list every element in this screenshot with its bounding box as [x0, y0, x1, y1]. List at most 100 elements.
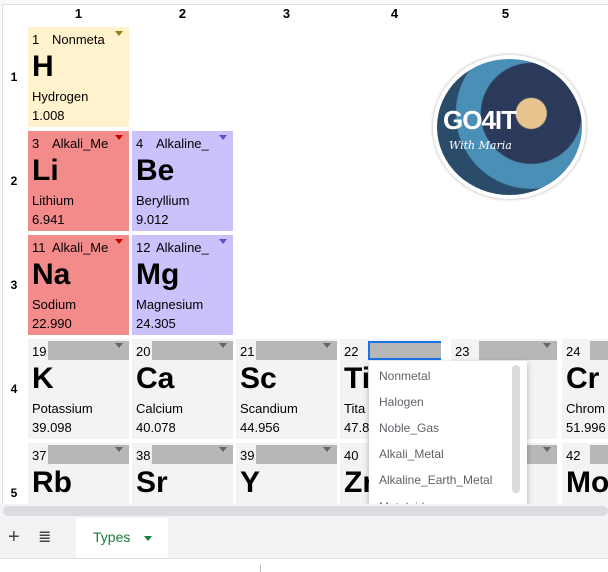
- atomic-mass: 51.996: [566, 420, 606, 435]
- element-name: Tita: [344, 401, 366, 416]
- element-symbol: H: [32, 50, 54, 83]
- dropdown-arrow-icon[interactable]: [543, 447, 551, 452]
- atomic-number: 37: [32, 447, 47, 463]
- atomic-mass: 24.305: [136, 316, 176, 331]
- dropdown-arrow-icon[interactable]: [543, 343, 551, 348]
- atomic-mass: 6.941: [32, 212, 65, 227]
- dropdown-arrow-icon[interactable]: [115, 239, 123, 244]
- go4it-logo: GO4IT With Maria: [433, 55, 586, 199]
- type-select[interactable]: Nonmeta: [52, 32, 112, 47]
- sheet-tab-types[interactable]: Types: [76, 518, 168, 558]
- element-name: Potassium: [32, 401, 93, 416]
- dropdown-arrow-icon[interactable]: [219, 135, 227, 140]
- atomic-number: 23: [455, 343, 470, 359]
- type-select[interactable]: Alkali_Me: [52, 136, 112, 151]
- column-header-strip: [0, 0, 608, 5]
- dropdown-arrow-icon[interactable]: [219, 239, 227, 244]
- element-cell-hydrogen[interactable]: 1 Nonmeta H Hydrogen 1.008: [28, 27, 129, 127]
- atomic-number: 39: [240, 447, 255, 463]
- column-header-3[interactable]: 3: [236, 6, 337, 24]
- element-symbol: Sc: [240, 362, 277, 395]
- sheet-tab-bar: + ≣ Types: [0, 518, 608, 559]
- row-header-2[interactable]: 2: [6, 174, 22, 188]
- dropdown-arrow-icon[interactable]: [115, 31, 123, 36]
- atomic-number: 3: [32, 135, 40, 151]
- element-cell-potassium[interactable]: 19 K Potassium 39.098: [28, 339, 129, 439]
- element-name: Chrom: [566, 401, 606, 416]
- row-header-3[interactable]: 3: [6, 278, 22, 292]
- element-symbol: Mo: [566, 466, 608, 499]
- element-symbol: Na: [32, 258, 71, 291]
- menu-option-alkaline-earth-metal[interactable]: Alkaline_Earth_Metal: [379, 473, 492, 487]
- row-header-4[interactable]: 4: [6, 382, 22, 396]
- atomic-number: 11: [32, 239, 46, 255]
- element-cell-calcium[interactable]: 20 Ca Calcium 40.078: [132, 339, 233, 439]
- menu-option-halogen[interactable]: Halogen: [379, 395, 424, 409]
- menu-option-nonmetal[interactable]: Nonmetal: [379, 369, 430, 383]
- element-name: Scandium: [240, 401, 298, 416]
- atomic-number: 20: [136, 343, 151, 359]
- column-header-5[interactable]: 5: [455, 6, 556, 24]
- type-select[interactable]: Alkaline_: [156, 240, 216, 255]
- element-cell-strontium[interactable]: 38 Sr: [132, 443, 233, 504]
- atomic-mass: 9.012: [136, 212, 169, 227]
- element-symbol: K: [32, 362, 54, 395]
- element-name: Beryllium: [136, 193, 190, 208]
- dropdown-arrow-icon[interactable]: [323, 447, 331, 452]
- atomic-number: 21: [240, 343, 255, 359]
- element-cell-molybdenum[interactable]: 42 Mo: [562, 443, 608, 504]
- column-header-2[interactable]: 2: [132, 6, 233, 24]
- element-name: Calcium: [136, 401, 183, 416]
- chevron-down-icon[interactable]: [144, 536, 152, 541]
- element-symbol: Ca: [136, 362, 175, 395]
- atomic-number: 38: [136, 447, 151, 463]
- element-cell-lithium[interactable]: 3 Alkali_Me Li Lithium 6.941: [28, 131, 129, 231]
- element-symbol: Cr: [566, 362, 600, 395]
- atomic-number: 1: [32, 31, 40, 47]
- atomic-number: 19: [32, 343, 47, 359]
- element-cell-sodium[interactable]: 11 Alkali_Me Na Sodium 22.990: [28, 235, 129, 335]
- element-cell-scandium[interactable]: 21 Sc Scandium 44.956: [236, 339, 337, 439]
- atomic-mass: 1.008: [32, 108, 65, 123]
- sheet-tab-label: Types: [93, 529, 131, 545]
- add-sheet-icon[interactable]: +: [8, 526, 20, 549]
- atomic-mass: 39.098: [32, 420, 72, 435]
- element-name: Magnesium: [136, 297, 204, 312]
- row-header-1[interactable]: 1: [6, 70, 22, 84]
- column-header-1[interactable]: 1: [28, 6, 129, 24]
- element-cell-yttrium[interactable]: 39 Y: [236, 443, 337, 504]
- element-symbol: Sr: [136, 466, 168, 499]
- element-cell-magnesium[interactable]: 12 Alkaline_ Mg Magnesium 24.305: [132, 235, 233, 335]
- menu-option-alkali-metal[interactable]: Alkali_Metal: [379, 447, 444, 461]
- element-symbol: Rb: [32, 466, 72, 499]
- element-symbol: Y: [240, 466, 261, 499]
- element-name: Lithium: [32, 193, 74, 208]
- dropdown-arrow-icon[interactable]: [323, 343, 331, 348]
- atomic-mass: 22.990: [32, 316, 72, 331]
- row-header-5[interactable]: 5: [6, 486, 22, 500]
- atomic-number: 12: [136, 239, 151, 255]
- type-select[interactable]: Alkaline_: [156, 136, 216, 151]
- menu-option-noble-gas[interactable]: Noble_Gas: [379, 421, 439, 435]
- all-sheets-icon[interactable]: ≣: [38, 527, 51, 547]
- dropdown-arrow-icon[interactable]: [115, 343, 123, 348]
- dropdown-arrow-icon[interactable]: [115, 135, 123, 140]
- element-cell-rubidium[interactable]: 37 Rb: [28, 443, 129, 504]
- atomic-number: 22: [344, 343, 359, 359]
- atomic-mass: 40.078: [136, 420, 176, 435]
- element-symbol: Be: [136, 154, 175, 187]
- menu-scrollbar[interactable]: [512, 365, 520, 493]
- atomic-mass: 44.956: [240, 420, 280, 435]
- element-cell-chromium[interactable]: 24 Cr Chrom 51.996: [562, 339, 608, 439]
- element-name: Hydrogen: [32, 89, 89, 104]
- atomic-number: 24: [566, 343, 581, 359]
- dropdown-arrow-icon[interactable]: [219, 343, 227, 348]
- type-select[interactable]: Alkali_Me: [52, 240, 112, 255]
- column-header-4[interactable]: 4: [344, 6, 445, 24]
- horizontal-scrollbar[interactable]: [3, 506, 608, 516]
- logo-subtitle: With Maria: [449, 139, 512, 152]
- dropdown-arrow-icon[interactable]: [219, 447, 227, 452]
- atomic-mass: 47.8: [344, 420, 370, 435]
- element-cell-beryllium[interactable]: 4 Alkaline_ Be Beryllium 9.012: [132, 131, 233, 231]
- dropdown-arrow-icon[interactable]: [115, 447, 123, 452]
